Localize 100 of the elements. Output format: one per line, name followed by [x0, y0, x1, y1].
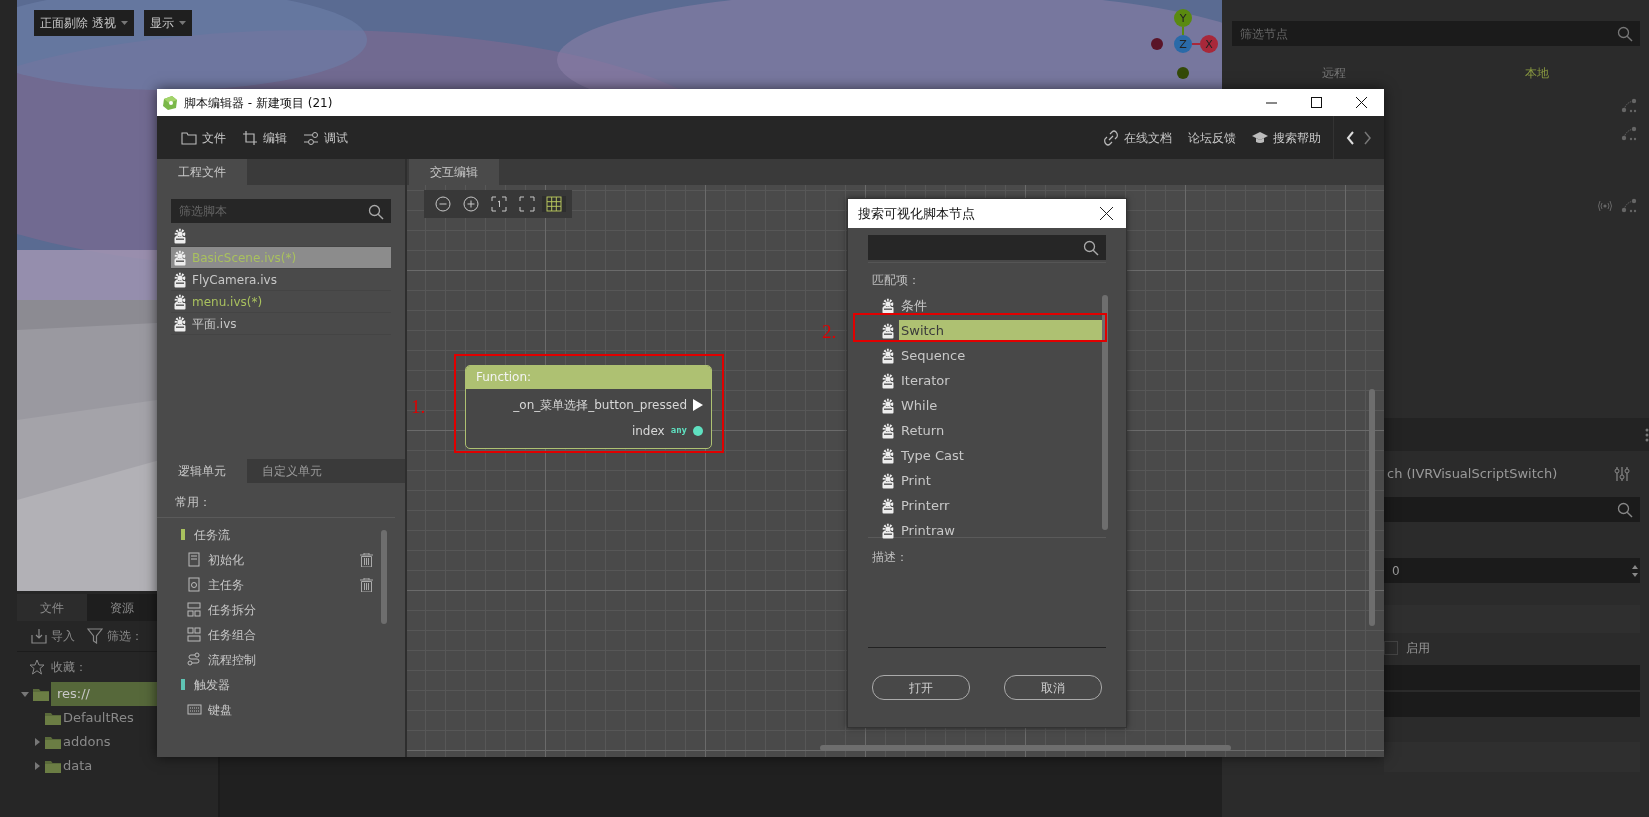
back-button[interactable]: [1346, 130, 1354, 145]
dialog-title: 搜索可视化脚本节点: [858, 204, 975, 223]
import-icon: [31, 628, 47, 644]
file-item[interactable]: FlyCamera.ivs: [171, 269, 391, 291]
node-item[interactable]: Print: [899, 470, 1106, 491]
chevron-right-icon: [1364, 130, 1372, 145]
folder-icon: [45, 759, 61, 773]
link[interactable]: 搜索帮助: [1244, 128, 1329, 147]
text-field[interactable]: [1384, 665, 1640, 690]
axis-handle[interactable]: Z: [1174, 35, 1192, 53]
link[interactable]: 在线文档: [1095, 128, 1180, 147]
node-title: Function:: [476, 370, 532, 384]
node-item[interactable]: Printraw: [899, 520, 1106, 541]
view-menu[interactable]: 显示: [143, 10, 192, 36]
search-icon: [1083, 240, 1099, 256]
type-label: any: [670, 424, 687, 438]
unit-item[interactable]: 流程控制: [157, 647, 405, 672]
node-item[interactable]: Type Cast: [899, 445, 1106, 466]
node-item[interactable]: While: [899, 395, 1106, 416]
toolbar-button[interactable]: 筛选：: [87, 627, 143, 645]
group-label: 触发器: [194, 676, 230, 694]
tree-item[interactable]: data: [63, 756, 93, 776]
scrollbar[interactable]: [1369, 389, 1375, 626]
tab[interactable]: 自定义单元: [247, 459, 337, 483]
tree-item[interactable]: addons: [63, 732, 111, 752]
group-label: 任务流: [194, 526, 230, 544]
unit-icon: [187, 627, 202, 642]
file-item[interactable]: menu.ivs(*): [171, 291, 391, 313]
unit-icon: [187, 602, 202, 617]
file-item[interactable]: 平面.ivs: [171, 313, 391, 335]
unit-item[interactable]: 任务组合: [157, 622, 405, 647]
section-label: 匹配项：: [872, 273, 920, 287]
dialog-button[interactable]: 取消: [1004, 675, 1102, 700]
gear-icon: [880, 422, 896, 439]
caret-icon: [120, 21, 128, 25]
tree-item[interactable]: res://: [51, 682, 157, 706]
filter-field[interactable]: 筛选脚本: [171, 199, 391, 223]
text-field[interactable]: [1384, 692, 1640, 717]
axis-handle[interactable]: [1177, 67, 1189, 79]
unit-item[interactable]: 初始化: [157, 547, 405, 572]
value-port-icon: [693, 426, 703, 436]
chevron-left-icon: [1346, 130, 1354, 145]
axis-handle[interactable]: [1151, 38, 1163, 50]
menu-item[interactable]: 调试: [295, 128, 356, 147]
menu-item[interactable]: 编辑: [234, 128, 295, 147]
unit-icon: [187, 552, 202, 567]
view-menu[interactable]: 正面剔除 透视: [34, 10, 134, 36]
tab[interactable]: 工程文件: [157, 159, 247, 185]
filter-field[interactable]: 筛选节点: [1232, 21, 1640, 46]
section-label: 常用：: [175, 495, 211, 509]
node-item[interactable]: 条件: [899, 295, 1106, 316]
node-item[interactable]: Sequence: [899, 345, 1106, 366]
tab[interactable]: 交互编辑: [409, 159, 499, 185]
link[interactable]: 论坛反馈: [1180, 128, 1244, 147]
menu-item[interactable]: 文件: [173, 128, 234, 147]
scrollbar[interactable]: [820, 745, 1231, 751]
grid-toggle[interactable]: [542, 196, 566, 212]
forward-button[interactable]: [1364, 130, 1372, 145]
grid-icon: [546, 196, 562, 212]
step-label: 2.: [822, 320, 837, 344]
node-item[interactable]: Printerr: [899, 495, 1106, 516]
gear-icon: [172, 315, 188, 332]
gear-icon: [880, 347, 896, 364]
section-label: 描述：: [872, 550, 908, 564]
exec-port-icon: [693, 399, 703, 411]
unit-item[interactable]: 任务拆分: [157, 597, 405, 622]
axis-line: [1182, 26, 1184, 36]
tree-item[interactable]: DefaultRes: [63, 708, 134, 728]
axis-line: [1191, 43, 1201, 45]
unit-item[interactable]: 主任务: [157, 572, 405, 597]
tab[interactable]: 远程: [1321, 56, 1346, 90]
search-icon: [368, 204, 384, 220]
tab[interactable]: 文件: [17, 594, 87, 621]
dialog-button[interactable]: 打开: [872, 675, 970, 700]
sliders-icon: [303, 129, 319, 146]
node-icon: [1621, 198, 1637, 214]
zoom-out-icon: [434, 195, 452, 213]
graduation-cap-icon: [1252, 129, 1268, 146]
unit-item[interactable]: 键盘: [157, 697, 405, 722]
search-field[interactable]: [868, 235, 1106, 260]
gear-icon: [880, 497, 896, 514]
node-item[interactable]: Iterator: [899, 370, 1106, 391]
section-label: 收藏：: [51, 659, 87, 676]
scrollbar[interactable]: [381, 530, 387, 624]
node-item[interactable]: Return: [899, 420, 1106, 441]
gear-icon: [880, 297, 896, 314]
toolbar-button[interactable]: 导入: [31, 627, 75, 645]
search-field[interactable]: [1384, 497, 1640, 522]
zoom-in-icon: [462, 195, 480, 213]
folder-icon: [45, 735, 61, 749]
function-node[interactable]: Function: _on_菜单选择_button_pressed index any: [465, 365, 712, 449]
gear-icon: [172, 249, 188, 266]
axis-handle[interactable]: Y: [1174, 9, 1192, 27]
tab[interactable]: 资源: [87, 594, 157, 621]
node-icon: [1621, 126, 1637, 142]
tab[interactable]: 本地: [1525, 56, 1550, 90]
folder-icon: [45, 711, 61, 725]
gear-icon: [880, 472, 896, 489]
tab[interactable]: 逻辑单元: [157, 459, 247, 483]
scrollbar[interactable]: [1102, 295, 1108, 530]
